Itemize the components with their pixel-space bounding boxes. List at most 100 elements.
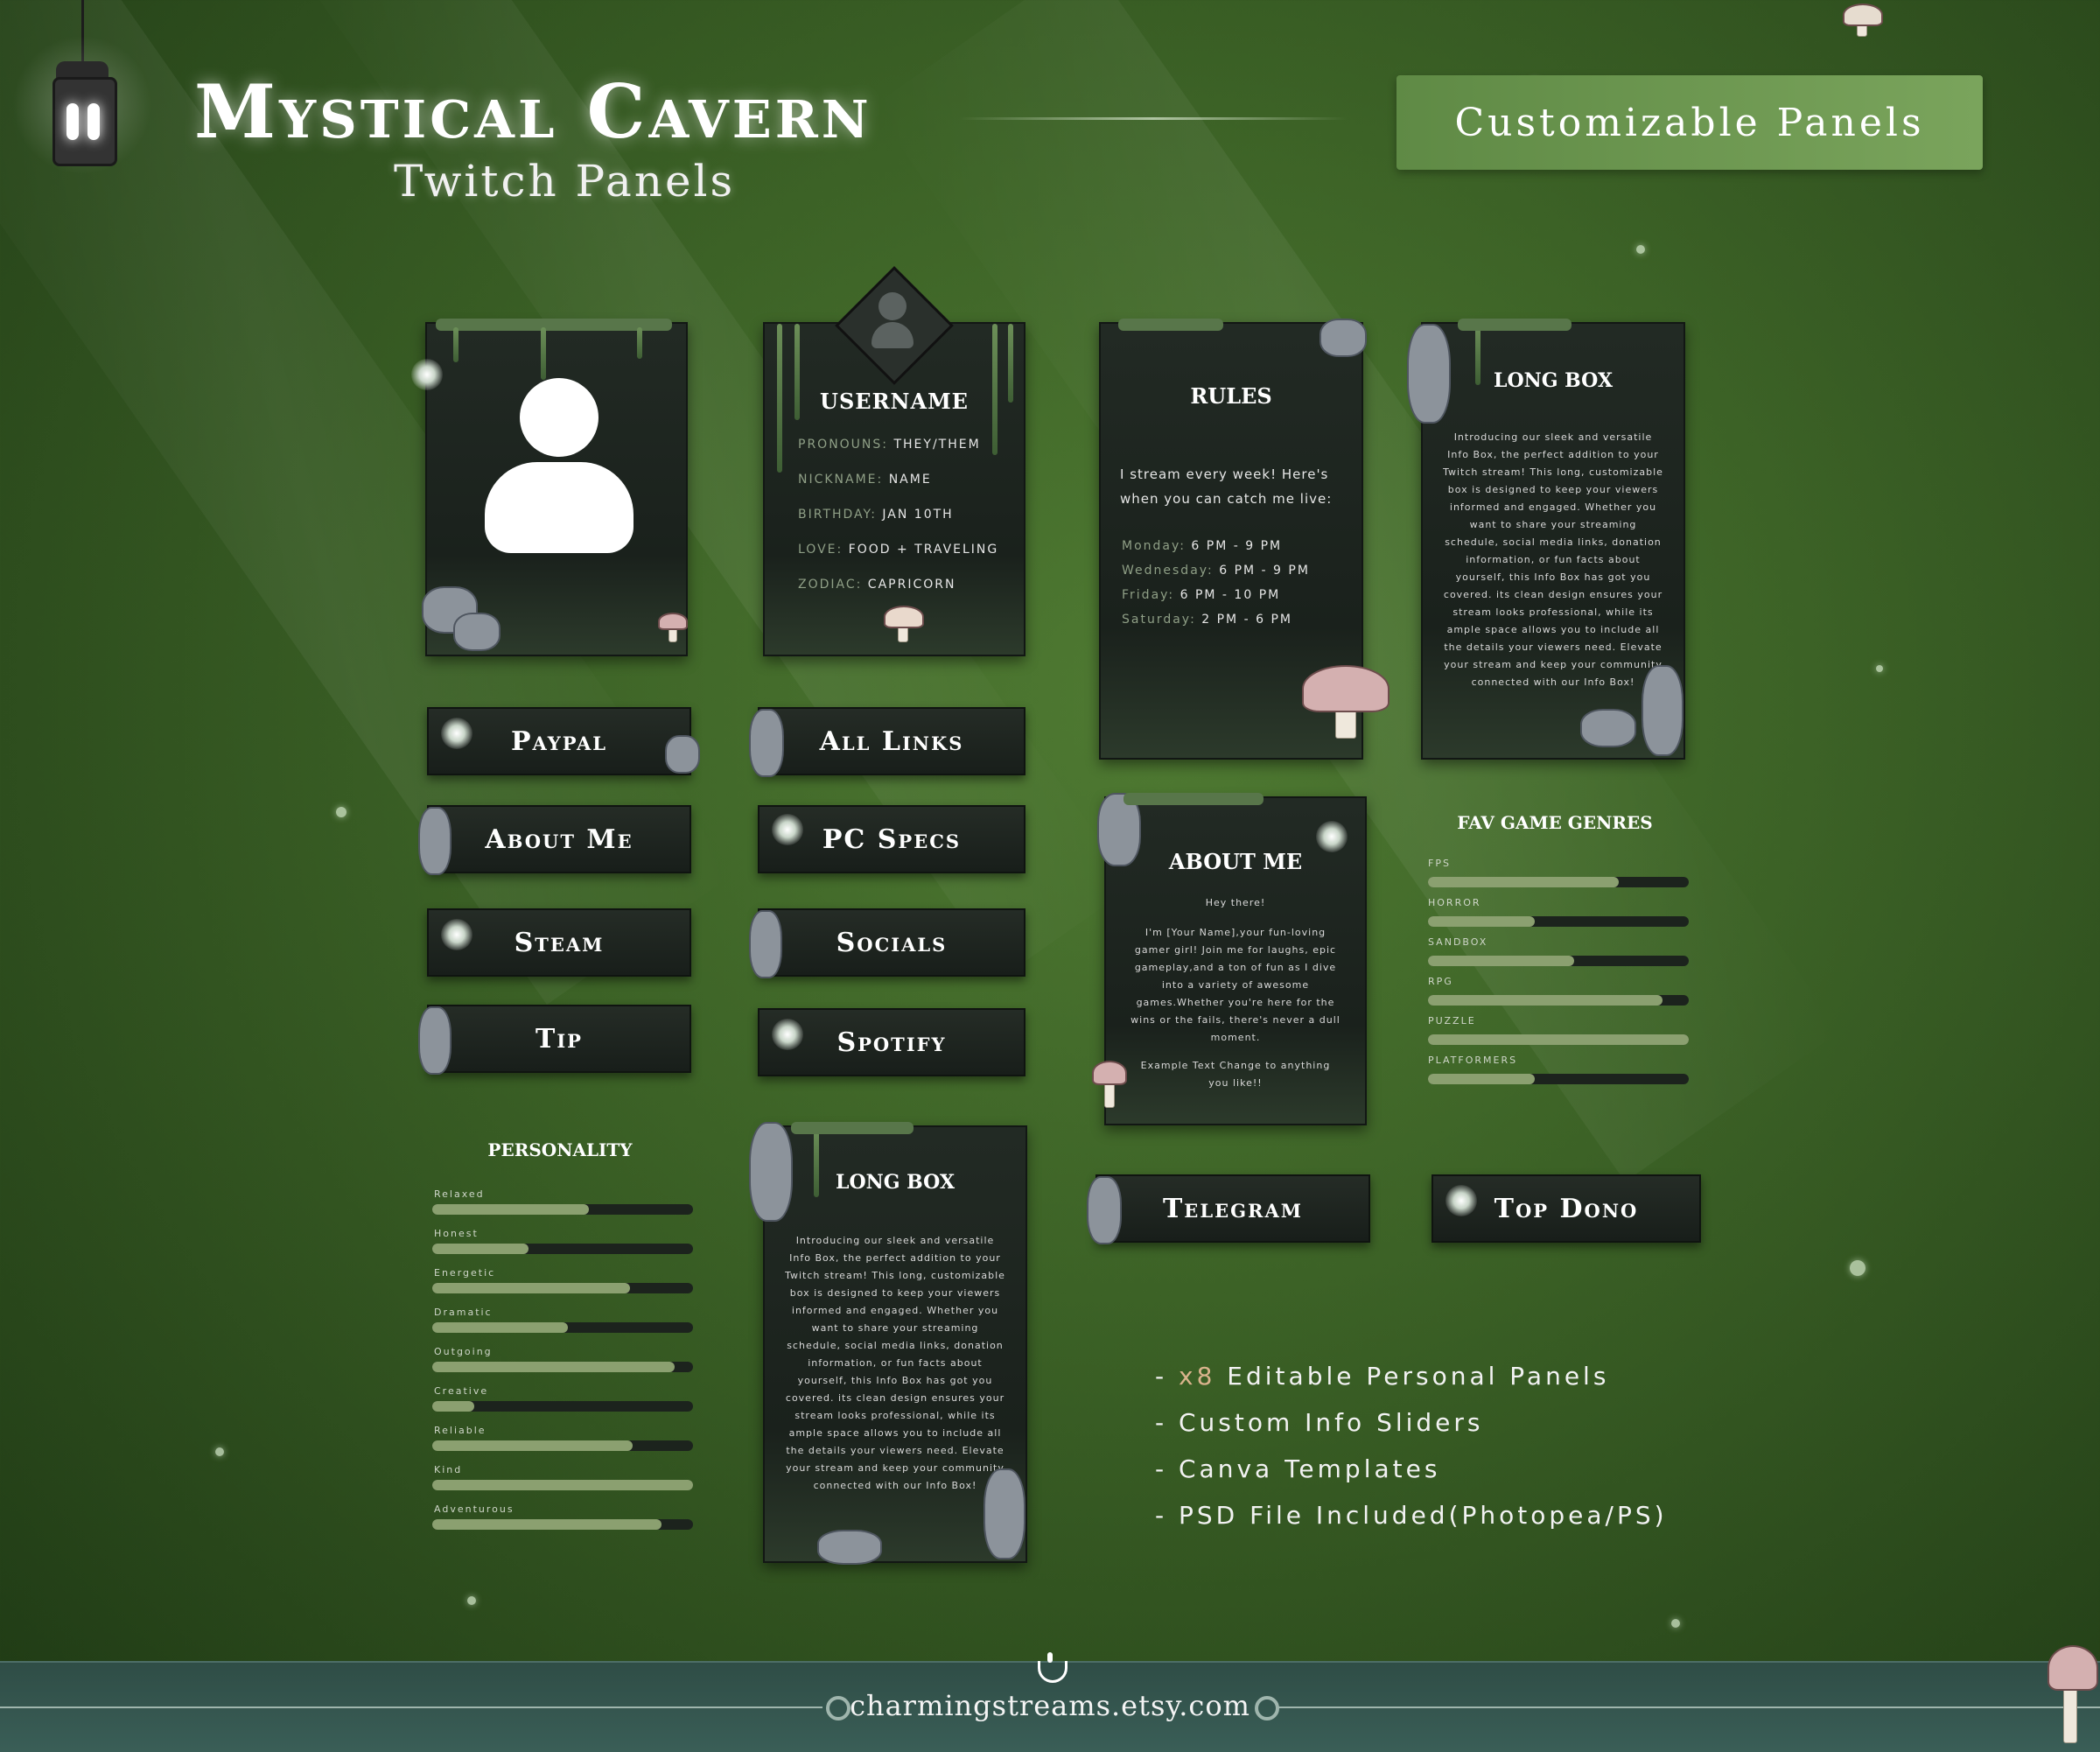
slider-label: Outgoing [434, 1346, 493, 1357]
slider-fill [432, 1480, 693, 1490]
slider-label: HORROR [1428, 897, 1481, 908]
avatar-icon [872, 292, 914, 354]
slider-label: Reliable [434, 1425, 486, 1436]
lantern-icon [441, 718, 472, 749]
username-title: USERNAME [820, 389, 969, 414]
spotify-label: Spotify [836, 1027, 947, 1058]
slider-label: FPS [1428, 858, 1451, 869]
schedule-row: Saturday: 2 PM - 6 PM [1122, 613, 1292, 627]
schedule-row: Wednesday: 6 PM - 9 PM [1122, 564, 1310, 578]
steam-button[interactable]: Steam [427, 908, 691, 977]
features-list: - x8 Editable Personal Panels - Custom I… [1155, 1362, 1768, 1547]
slider-label: Energetic [434, 1267, 496, 1279]
slider-track [432, 1283, 693, 1293]
slider-label: Adventurous [434, 1503, 514, 1515]
avatar-diamond [835, 266, 954, 385]
slider-track [1428, 1074, 1689, 1084]
rules-panel: RULES I stream every week! Here's when y… [1099, 319, 1390, 760]
tip-button[interactable]: Tip [418, 1005, 691, 1075]
slider-label: RPG [1428, 976, 1453, 987]
lantern-icon [411, 359, 443, 390]
feature-item: - x8 Editable Personal Panels [1155, 1362, 1610, 1391]
socials-button[interactable]: Socials [749, 908, 1026, 978]
genres-title: FAV GAME GENRES [1457, 812, 1653, 833]
slider-fill [1428, 956, 1574, 966]
about-me-button[interactable]: About Me [418, 805, 691, 875]
avatar-panel [422, 319, 691, 656]
long-box-title-2: LONG BOX [835, 1171, 956, 1194]
pc-specs-label: PC Specs [822, 823, 962, 855]
slider-fill [432, 1204, 589, 1215]
page-title: Mystical Cavern [194, 68, 872, 155]
tip-label: Tip [536, 1023, 583, 1055]
birthday-row: BIRTHDAY: JAN 10TH [798, 508, 954, 522]
slider-fill [432, 1519, 662, 1530]
slider-fill [1428, 1034, 1689, 1045]
long-box-panel: LONG BOX Introducing our sleek and versa… [1407, 319, 1685, 760]
schedule-row: Monday: 6 PM - 9 PM [1122, 539, 1283, 553]
about-greeting: Hey there! [1205, 897, 1266, 908]
genre-sliders: FPS HORROR SANDBOX RPG PUZZLE PLATFORMER… [1428, 858, 1690, 1094]
slider-fill [1428, 877, 1619, 887]
top-dono-label: Top Dono [1494, 1193, 1639, 1224]
mushroom-icon [1302, 665, 1390, 753]
sparkle-dot [336, 807, 346, 817]
slider-track [1428, 995, 1689, 1006]
slider-label: Honest [434, 1228, 479, 1239]
mushroom-icon [656, 613, 691, 648]
slider-label: PLATFORMERS [1428, 1055, 1518, 1066]
long-box-panel-2: LONG BOX Introducing our sleek and versa… [749, 1122, 1027, 1565]
paypal-label: Paypal [510, 725, 608, 757]
slider-track [1428, 916, 1689, 927]
slider-fill [432, 1440, 634, 1451]
slider-fill [432, 1362, 676, 1372]
slider-fill [1428, 995, 1663, 1006]
slider-track [1428, 877, 1689, 887]
about-footer: Example Text Change to anything you like… [1140, 1060, 1331, 1089]
sparkle-dot [215, 1447, 224, 1456]
lantern-icon [772, 1019, 803, 1050]
all-links-button[interactable]: All Links [749, 707, 1026, 777]
slider-track [432, 1244, 693, 1254]
schedule-row: Friday: 6 PM - 10 PM [1122, 588, 1281, 602]
all-links-label: All Links [819, 725, 964, 757]
slider-track [432, 1401, 693, 1412]
sparkle-dot [1850, 1260, 1866, 1276]
rules-intro: I stream every week! Here's when you can… [1120, 466, 1333, 507]
avatar-icon [485, 378, 634, 553]
page-subtitle: Twitch Panels [394, 156, 736, 207]
customizable-badge: Customizable Panels [1396, 75, 1983, 170]
mushroom-icon [1088, 1061, 1132, 1122]
slider-fill [432, 1283, 631, 1293]
pc-specs-button[interactable]: PC Specs [758, 805, 1026, 873]
footer-line-left [0, 1706, 822, 1708]
footer-url-link[interactable]: charmingstreams.etsy.com [840, 1689, 1260, 1722]
paypal-button[interactable]: Paypal [427, 707, 700, 775]
telegram-button[interactable]: Telegram [1087, 1174, 1370, 1244]
long-box-body: Introducing our sleek and versatile Info… [1443, 431, 1663, 688]
slider-label: Kind [434, 1464, 463, 1475]
slider-label: Dramatic [434, 1307, 493, 1318]
about-me-label: About Me [485, 823, 634, 855]
about-me-panel: ABOUT ME Hey there! I'm [Your Name],your… [1092, 793, 1367, 1125]
slider-track [432, 1322, 693, 1333]
pronouns-row: PRONOUNS: THEY/THEM [798, 438, 981, 452]
personality-title: PERSONALITY [487, 1139, 633, 1160]
socials-label: Socials [836, 927, 948, 958]
spotify-button[interactable]: Spotify [758, 1008, 1026, 1076]
header-divider [959, 117, 1348, 120]
mushroom-icon [2039, 1645, 2100, 1750]
about-body: I'm [Your Name],your fun-loving gamer gi… [1130, 927, 1340, 1043]
slider-track [1428, 1034, 1689, 1045]
top-dono-button[interactable]: Top Dono [1432, 1174, 1701, 1243]
footer-line-right [1278, 1706, 2100, 1708]
lantern-icon [441, 919, 472, 950]
personality-sliders: Relaxed Honest Energetic Dramatic Outgoi… [432, 1188, 695, 1538]
zodiac-row: ZODIAC: CAPRICORN [798, 578, 956, 592]
sparkle-dot [1636, 245, 1645, 254]
moon-sparkle-icon [1034, 1652, 1068, 1684]
feature-item: - PSD File Included(Photopea/PS) [1155, 1501, 1668, 1530]
slider-fill [432, 1244, 529, 1254]
rules-title: RULES [1190, 383, 1272, 409]
slider-label: Creative [434, 1385, 489, 1397]
